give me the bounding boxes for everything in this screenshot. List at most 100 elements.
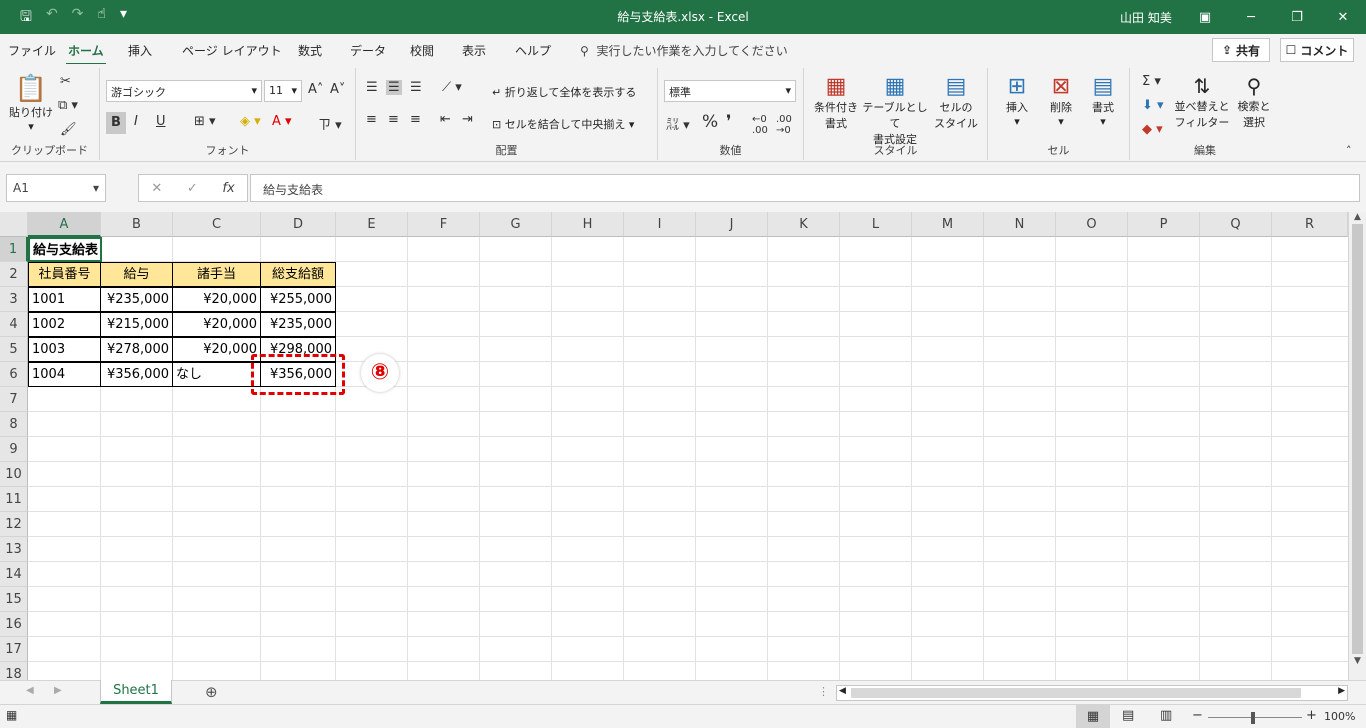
orientation-icon[interactable]: ⟋ ▾ (442, 80, 462, 95)
row-header-10[interactable]: 10 (0, 462, 28, 487)
increase-font-icon[interactable]: A˄ (308, 82, 323, 97)
column-header-b[interactable]: B (101, 212, 173, 237)
zoom-slider[interactable] (1208, 717, 1302, 718)
table-cell[interactable]: ¥20,000 (172, 287, 261, 312)
column-header-c[interactable]: C (173, 212, 261, 237)
collapse-ribbon-icon[interactable]: ˄ (1346, 144, 1352, 157)
column-header-n[interactable]: N (984, 212, 1056, 237)
align-middle-icon[interactable]: ☰ (386, 80, 402, 95)
scroll-tabs-left-icon[interactable]: ◀ (26, 685, 34, 696)
percent-button[interactable]: % (702, 112, 718, 132)
cancel-icon[interactable]: ✕ (151, 181, 162, 196)
align-right-icon[interactable]: ≡ (410, 112, 421, 127)
find-select-button[interactable]: ⚲ 検索と 選択 (1232, 74, 1276, 130)
font-color-icon[interactable]: A ▾ (272, 114, 292, 129)
align-bottom-icon[interactable]: ☰ (410, 80, 422, 95)
hscroll-thumb[interactable] (851, 688, 1301, 698)
align-top-icon[interactable]: ☰ (366, 80, 378, 95)
tab-insert[interactable]: 挿入 (128, 42, 152, 59)
scroll-tabs-right-icon[interactable]: ▶ (54, 685, 62, 696)
row-header-1[interactable]: 1 (0, 237, 28, 262)
table-cell[interactable]: 1002 (28, 312, 101, 337)
column-header-a[interactable]: A (28, 212, 101, 237)
decrease-indent-icon[interactable]: ⇤ (440, 112, 451, 127)
add-sheet-icon[interactable]: ⊕ (205, 683, 218, 701)
table-cell[interactable]: ¥356,000 (100, 362, 173, 387)
italic-button[interactable]: I (134, 114, 138, 129)
row-header-7[interactable]: 7 (0, 387, 28, 412)
sheet-tab-sheet1[interactable]: Sheet1 (100, 680, 172, 704)
row-header-11[interactable]: 11 (0, 487, 28, 512)
delete-cells-button[interactable]: ⊠ 削除 ▾ (1040, 74, 1082, 128)
autosum-icon[interactable]: Σ ▾ (1142, 74, 1161, 89)
row-header-17[interactable]: 17 (0, 637, 28, 662)
font-size-select[interactable]: 11 ▾ (264, 80, 302, 102)
phonetic-icon[interactable]: ㄗ ▾ (318, 114, 342, 133)
table-cell[interactable]: ¥235,000 (100, 287, 173, 312)
tab-view[interactable]: 表示 (462, 42, 486, 59)
column-header-e[interactable]: E (336, 212, 408, 237)
tab-formulas[interactable]: 数式 (298, 42, 322, 59)
select-all-corner[interactable] (0, 212, 28, 237)
copy-icon[interactable]: ⧉ ▾ (58, 98, 78, 113)
clear-icon[interactable]: ◆ ▾ (1142, 122, 1163, 137)
insert-cells-button[interactable]: ⊞ 挿入 ▾ (996, 74, 1038, 128)
tab-help[interactable]: ヘルプ (515, 42, 551, 59)
decrease-font-icon[interactable]: A˅ (330, 82, 345, 97)
decrease-decimal-icon[interactable]: .00 →0 (776, 114, 792, 136)
merge-center-button[interactable]: ⊡ セルを結合して中央揃え ▾ (492, 116, 634, 132)
fill-icon[interactable]: ⬇ ▾ (1142, 98, 1164, 113)
zoom-out-icon[interactable]: − (1192, 708, 1203, 723)
tab-review[interactable]: 校閲 (410, 42, 434, 59)
share-button[interactable]: ⇪ 共有 (1212, 38, 1270, 62)
ribbon-display-icon[interactable]: ▣ (1182, 0, 1228, 34)
column-header-o[interactable]: O (1056, 212, 1128, 237)
header-allowance[interactable]: 諸手当 (172, 262, 261, 287)
column-header-j[interactable]: J (696, 212, 768, 237)
column-header-p[interactable]: P (1128, 212, 1200, 237)
row-header-9[interactable]: 9 (0, 437, 28, 462)
align-left-icon[interactable]: ≡ (366, 112, 377, 127)
minimize-icon[interactable]: ─ (1228, 0, 1274, 34)
row-header-3[interactable]: 3 (0, 287, 28, 312)
currency-icon[interactable]: ㍊ ▾ (666, 114, 690, 133)
normal-view-icon[interactable]: ▦ (1076, 705, 1110, 728)
row-header-18[interactable]: 18 (0, 662, 28, 680)
align-center-icon[interactable]: ≡ (388, 112, 399, 127)
row-header-4[interactable]: 4 (0, 312, 28, 337)
page-layout-view-icon[interactable]: ▤ (1122, 708, 1134, 723)
underline-button[interactable]: U (156, 114, 166, 129)
sort-filter-button[interactable]: ⇅ 並べ替えと フィルター (1174, 74, 1230, 130)
vertical-scrollbar[interactable]: ▲ ▼ (1348, 212, 1366, 680)
macro-record-icon[interactable]: ▦ (6, 708, 17, 722)
format-cells-button[interactable]: ▤ 書式 ▾ (1082, 74, 1124, 128)
format-as-table-button[interactable]: ▦ テーブルとして 書式設定 (862, 74, 928, 147)
tab-home[interactable]: ホーム (66, 42, 106, 66)
tab-page-layout[interactable]: ページ レイアウト (182, 42, 282, 59)
header-salary[interactable]: 給与 (100, 262, 173, 287)
table-cell[interactable]: ¥215,000 (100, 312, 173, 337)
row-header-13[interactable]: 13 (0, 537, 28, 562)
cut-icon[interactable]: ✂ (60, 74, 71, 89)
column-header-l[interactable]: L (840, 212, 912, 237)
zoom-in-icon[interactable]: + (1306, 708, 1317, 723)
tab-data[interactable]: データ (350, 42, 386, 59)
formula-input[interactable]: 給与支給表 (250, 174, 1360, 202)
user-name[interactable]: 山田 知美 (1120, 9, 1172, 26)
enter-icon[interactable]: ✓ (187, 181, 198, 196)
splitter-icon[interactable]: ⋮ (818, 685, 829, 698)
comma-button[interactable]: ❜ (726, 112, 731, 132)
tab-file[interactable]: ファイル (8, 42, 56, 59)
column-header-h[interactable]: H (552, 212, 624, 237)
row-header-16[interactable]: 16 (0, 612, 28, 637)
comment-button[interactable]: ☐ コメント (1280, 38, 1354, 62)
zoom-level[interactable]: 100% (1324, 710, 1355, 723)
row-header-5[interactable]: 5 (0, 337, 28, 362)
scroll-left-icon[interactable]: ◀ (839, 686, 846, 696)
scroll-thumb[interactable] (1352, 224, 1363, 654)
table-cell[interactable]: ¥20,000 (172, 312, 261, 337)
column-header-r[interactable]: R (1272, 212, 1348, 237)
format-painter-icon[interactable]: 🖌 (60, 122, 77, 137)
table-cell[interactable]: 1003 (28, 337, 101, 362)
table-cell[interactable]: ¥235,000 (260, 312, 336, 337)
